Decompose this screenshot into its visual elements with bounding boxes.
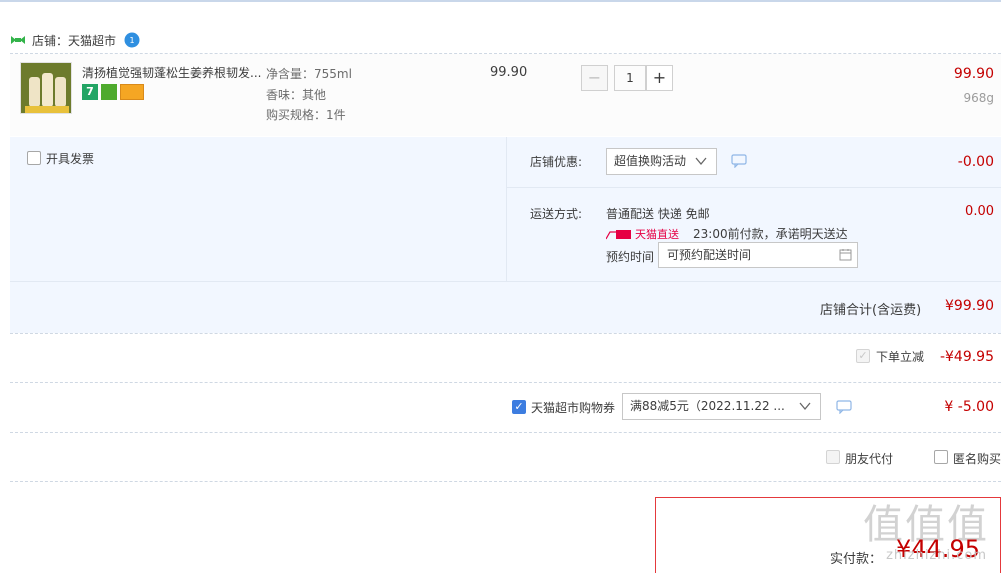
shop-name[interactable]: 店铺：天猫超市 xyxy=(32,32,116,49)
shop-discount-label: 店铺优惠: xyxy=(530,155,583,169)
delivery-promise: 23:00前付款，承诺明天送达 xyxy=(693,227,848,241)
shipping-fee: 0.00 xyxy=(965,204,994,219)
coupon-label[interactable]: 天猫超市购物券 xyxy=(531,399,615,416)
shipping-method: 普通配送 快递 免邮 xyxy=(606,207,710,221)
shipping-label: 运送方式: xyxy=(530,207,583,221)
instant-discount-label: 下单立减 xyxy=(876,350,925,364)
anonymous-checkbox[interactable] xyxy=(934,450,948,464)
tmall-shop-icon xyxy=(11,36,25,44)
seven-day-return-icon[interactable]: 7 xyxy=(82,84,98,100)
chevron-down-icon xyxy=(695,157,707,166)
invoice-checkbox[interactable] xyxy=(27,151,41,165)
product-image-icon xyxy=(21,63,71,113)
friend-pay-label[interactable]: 朋友代付 xyxy=(845,450,893,467)
schedule-time-placeholder: 可预约配送时间 xyxy=(667,248,752,262)
message-icon[interactable] xyxy=(836,400,852,414)
divider xyxy=(10,333,1001,334)
spec-scent: 香味：其他 xyxy=(266,88,327,102)
tmall-direct-row: 天猫直送 23:00前付款，承诺明天送达 xyxy=(606,225,848,242)
shop-discount-value: 超值换购活动 xyxy=(614,154,687,168)
item-weight: 968g xyxy=(963,91,994,105)
anonymous-label[interactable]: 匿名购买 xyxy=(953,450,1001,467)
shop-header: 店铺：天猫超市 1 xyxy=(10,30,140,50)
friend-pay-checkbox[interactable] xyxy=(826,450,840,464)
calendar-icon[interactable] xyxy=(839,248,852,261)
wangwang-chat-icon[interactable]: 1 xyxy=(124,32,140,48)
genuine-guarantee-icon[interactable] xyxy=(101,84,117,100)
spec-volume: 净含量：755ml xyxy=(266,67,352,81)
item-subtotal: 99.90 xyxy=(953,66,994,82)
final-payment-label: 实付款： xyxy=(830,552,883,567)
decrease-button[interactable]: − xyxy=(581,65,608,91)
coupon-value: 满88减5元（2022.11.22 ... xyxy=(630,399,785,413)
coupon-checkbox[interactable]: ✓ xyxy=(512,400,526,414)
tmall-truck-icon xyxy=(606,229,631,239)
panel-divider xyxy=(506,137,507,281)
watermark-site: zhizhizhi.com xyxy=(886,548,987,563)
product-thumbnail[interactable] xyxy=(20,62,72,114)
shop-total-amount: ¥99.90 xyxy=(945,298,994,314)
panel-divider xyxy=(507,187,1001,188)
credit-card-icon[interactable] xyxy=(120,84,144,100)
instant-discount-checkbox[interactable]: ✓ xyxy=(856,349,870,363)
spec-size: 购买规格：1件 xyxy=(266,108,346,122)
increase-button[interactable]: + xyxy=(646,65,673,91)
shop-total-label: 店铺合计(含运费) xyxy=(820,303,922,318)
service-badges: 7 xyxy=(82,84,144,100)
divider xyxy=(10,432,1001,433)
instant-discount-amount: -¥49.95 xyxy=(939,349,994,365)
divider xyxy=(10,382,1001,383)
message-icon[interactable] xyxy=(731,154,747,168)
tmall-direct-tag: 天猫直送 xyxy=(635,227,679,241)
product-title[interactable]: 清扬植觉强韧蓬松生姜养根韧发... xyxy=(82,64,262,81)
chevron-down-icon xyxy=(799,402,811,411)
panel-divider xyxy=(10,281,1001,282)
coupon-select[interactable]: 满88减5元（2022.11.22 ... xyxy=(622,393,821,420)
quantity-input[interactable]: 1 xyxy=(614,65,646,91)
unit-price: 99.90 xyxy=(490,65,528,80)
quantity-stepper: − 1 + xyxy=(581,65,673,91)
svg-text:1: 1 xyxy=(129,36,134,45)
shop-discount-amount: -0.00 xyxy=(957,154,994,170)
divider xyxy=(10,481,1001,482)
shop-discount-select[interactable]: 超值换购活动 xyxy=(606,148,717,175)
schedule-time-input[interactable]: 可预约配送时间 xyxy=(658,242,858,268)
coupon-amount: ¥ -5.00 xyxy=(944,399,994,415)
schedule-label: 预约时间 xyxy=(606,250,655,264)
top-border xyxy=(0,0,1001,2)
invoice-label[interactable]: 开具发票 xyxy=(46,150,94,167)
